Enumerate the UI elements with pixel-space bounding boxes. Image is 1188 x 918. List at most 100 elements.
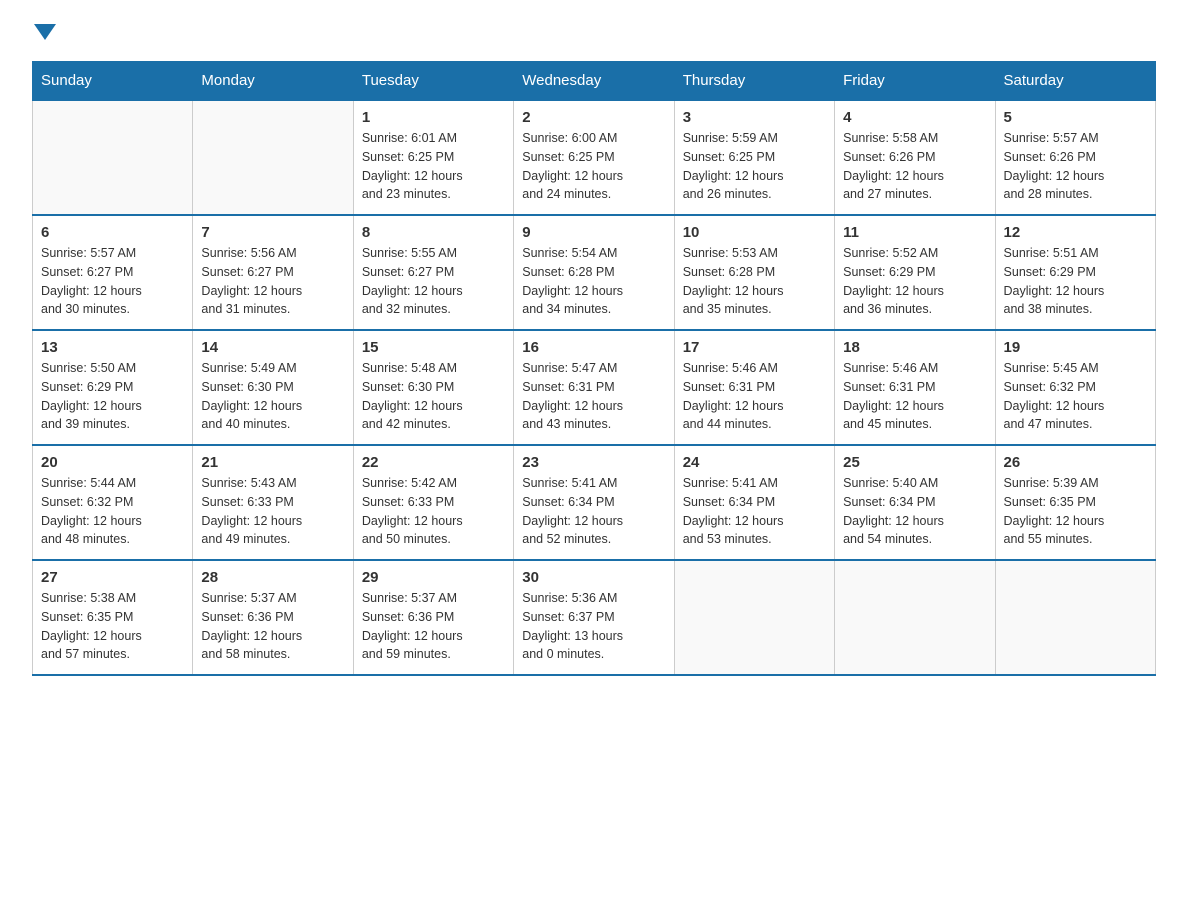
calendar-cell [835, 560, 995, 675]
day-info: Sunrise: 5:57 AM Sunset: 6:27 PM Dayligh… [41, 244, 184, 319]
day-number: 26 [1004, 454, 1147, 471]
day-info: Sunrise: 6:00 AM Sunset: 6:25 PM Dayligh… [522, 129, 665, 204]
day-info: Sunrise: 5:47 AM Sunset: 6:31 PM Dayligh… [522, 359, 665, 434]
calendar-cell: 16Sunrise: 5:47 AM Sunset: 6:31 PM Dayli… [514, 330, 674, 445]
day-number: 18 [843, 339, 986, 356]
day-number: 9 [522, 224, 665, 241]
calendar-cell: 14Sunrise: 5:49 AM Sunset: 6:30 PM Dayli… [193, 330, 353, 445]
day-info: Sunrise: 5:41 AM Sunset: 6:34 PM Dayligh… [522, 474, 665, 549]
calendar-week-4: 20 Sunrise: 5:44 AM Sunset: 6:32 PM Dayli… [33, 445, 1156, 560]
calendar-cell: 25 Sunrise: 5:40 AM Sunset: 6:34 PM Dayli… [835, 445, 995, 560]
calendar-cell: 4Sunrise: 5:58 AM Sunset: 6:26 PM Daylig… [835, 100, 995, 215]
day-number: 23 [522, 454, 665, 471]
day-info: Sunrise: 5:46 AM Sunset: 6:31 PM Dayligh… [843, 359, 986, 434]
day-info: Sunrise: 5:39 AM Sunset: 6:35 PM Dayligh… [1004, 474, 1147, 549]
calendar-cell: 2 Sunrise: 6:00 AM Sunset: 6:25 PM Daylig… [514, 100, 674, 215]
day-number: 20 [41, 454, 184, 471]
day-info: Sunrise: 6:01 AM Sunset: 6:25 PM Dayligh… [362, 129, 505, 204]
day-number: 21 [201, 454, 344, 471]
day-number: 22 [362, 454, 505, 471]
page-header [32, 24, 1156, 45]
day-number: 25 [843, 454, 986, 471]
calendar-cell: 8 Sunrise: 5:55 AM Sunset: 6:27 PM Daylig… [353, 215, 513, 330]
calendar-cell: 19 Sunrise: 5:45 AM Sunset: 6:32 PM Dayli… [995, 330, 1155, 445]
day-info: Sunrise: 5:46 AM Sunset: 6:31 PM Dayligh… [683, 359, 826, 434]
calendar-cell: 18 Sunrise: 5:46 AM Sunset: 6:31 PM Dayli… [835, 330, 995, 445]
calendar-cell [193, 100, 353, 215]
day-number: 5 [1004, 109, 1147, 126]
calendar-cell: 12 Sunrise: 5:51 AM Sunset: 6:29 PM Dayli… [995, 215, 1155, 330]
day-info: Sunrise: 5:36 AM Sunset: 6:37 PM Dayligh… [522, 589, 665, 664]
day-info: Sunrise: 5:41 AM Sunset: 6:34 PM Dayligh… [683, 474, 826, 549]
day-info: Sunrise: 5:55 AM Sunset: 6:27 PM Dayligh… [362, 244, 505, 319]
calendar-cell: 28Sunrise: 5:37 AM Sunset: 6:36 PM Dayli… [193, 560, 353, 675]
calendar-cell: 6 Sunrise: 5:57 AM Sunset: 6:27 PM Daylig… [33, 215, 193, 330]
day-info: Sunrise: 5:53 AM Sunset: 6:28 PM Dayligh… [683, 244, 826, 319]
day-info: Sunrise: 5:48 AM Sunset: 6:30 PM Dayligh… [362, 359, 505, 434]
calendar-cell: 29 Sunrise: 5:37 AM Sunset: 6:36 PM Dayli… [353, 560, 513, 675]
weekday-header-saturday: Saturday [995, 62, 1155, 101]
calendar-week-5: 27Sunrise: 5:38 AM Sunset: 6:35 PM Dayli… [33, 560, 1156, 675]
calendar-cell: 3 Sunrise: 5:59 AM Sunset: 6:25 PM Daylig… [674, 100, 834, 215]
calendar-week-2: 6 Sunrise: 5:57 AM Sunset: 6:27 PM Daylig… [33, 215, 1156, 330]
calendar-cell: 13 Sunrise: 5:50 AM Sunset: 6:29 PM Dayli… [33, 330, 193, 445]
day-info: Sunrise: 5:54 AM Sunset: 6:28 PM Dayligh… [522, 244, 665, 319]
day-number: 10 [683, 224, 826, 241]
day-number: 19 [1004, 339, 1147, 356]
calendar-cell: 21 Sunrise: 5:43 AM Sunset: 6:33 PM Dayli… [193, 445, 353, 560]
weekday-header-thursday: Thursday [674, 62, 834, 101]
day-number: 17 [683, 339, 826, 356]
calendar-week-3: 13 Sunrise: 5:50 AM Sunset: 6:29 PM Dayli… [33, 330, 1156, 445]
day-number: 15 [362, 339, 505, 356]
weekday-header-monday: Monday [193, 62, 353, 101]
logo [32, 24, 56, 45]
day-number: 6 [41, 224, 184, 241]
calendar-cell: 26 Sunrise: 5:39 AM Sunset: 6:35 PM Dayli… [995, 445, 1155, 560]
day-info: Sunrise: 5:38 AM Sunset: 6:35 PM Dayligh… [41, 589, 184, 664]
calendar-cell [674, 560, 834, 675]
day-info: Sunrise: 5:42 AM Sunset: 6:33 PM Dayligh… [362, 474, 505, 549]
day-number: 2 [522, 109, 665, 126]
day-info: Sunrise: 5:43 AM Sunset: 6:33 PM Dayligh… [201, 474, 344, 549]
day-info: Sunrise: 5:44 AM Sunset: 6:32 PM Dayligh… [41, 474, 184, 549]
calendar-cell: 22 Sunrise: 5:42 AM Sunset: 6:33 PM Dayli… [353, 445, 513, 560]
day-number: 3 [683, 109, 826, 126]
calendar-cell: 9 Sunrise: 5:54 AM Sunset: 6:28 PM Daylig… [514, 215, 674, 330]
calendar-cell: 11Sunrise: 5:52 AM Sunset: 6:29 PM Dayli… [835, 215, 995, 330]
calendar-cell: 30 Sunrise: 5:36 AM Sunset: 6:37 PM Dayli… [514, 560, 674, 675]
calendar-cell: 20 Sunrise: 5:44 AM Sunset: 6:32 PM Dayli… [33, 445, 193, 560]
day-info: Sunrise: 5:56 AM Sunset: 6:27 PM Dayligh… [201, 244, 344, 319]
weekday-header-sunday: Sunday [33, 62, 193, 101]
day-info: Sunrise: 5:50 AM Sunset: 6:29 PM Dayligh… [41, 359, 184, 434]
day-number: 30 [522, 569, 665, 586]
calendar-header: SundayMondayTuesdayWednesdayThursdayFrid… [33, 62, 1156, 101]
weekday-header-friday: Friday [835, 62, 995, 101]
day-number: 7 [201, 224, 344, 241]
day-info: Sunrise: 5:57 AM Sunset: 6:26 PM Dayligh… [1004, 129, 1147, 204]
calendar-cell [33, 100, 193, 215]
day-number: 29 [362, 569, 505, 586]
calendar-cell: 5 Sunrise: 5:57 AM Sunset: 6:26 PM Daylig… [995, 100, 1155, 215]
calendar-cell: 10 Sunrise: 5:53 AM Sunset: 6:28 PM Dayli… [674, 215, 834, 330]
day-info: Sunrise: 5:37 AM Sunset: 6:36 PM Dayligh… [362, 589, 505, 664]
day-number: 12 [1004, 224, 1147, 241]
weekday-header-row: SundayMondayTuesdayWednesdayThursdayFrid… [33, 62, 1156, 101]
day-info: Sunrise: 5:37 AM Sunset: 6:36 PM Dayligh… [201, 589, 344, 664]
day-number: 11 [843, 224, 986, 241]
calendar-cell: 15 Sunrise: 5:48 AM Sunset: 6:30 PM Dayli… [353, 330, 513, 445]
calendar-cell: 23 Sunrise: 5:41 AM Sunset: 6:34 PM Dayli… [514, 445, 674, 560]
day-info: Sunrise: 5:40 AM Sunset: 6:34 PM Dayligh… [843, 474, 986, 549]
weekday-header-wednesday: Wednesday [514, 62, 674, 101]
day-info: Sunrise: 5:59 AM Sunset: 6:25 PM Dayligh… [683, 129, 826, 204]
day-number: 1 [362, 109, 505, 126]
calendar-table: SundayMondayTuesdayWednesdayThursdayFrid… [32, 61, 1156, 676]
day-info: Sunrise: 5:45 AM Sunset: 6:32 PM Dayligh… [1004, 359, 1147, 434]
day-number: 13 [41, 339, 184, 356]
logo-triangle-icon [34, 24, 56, 40]
calendar-cell: 27Sunrise: 5:38 AM Sunset: 6:35 PM Dayli… [33, 560, 193, 675]
day-number: 8 [362, 224, 505, 241]
day-number: 14 [201, 339, 344, 356]
calendar-cell: 7 Sunrise: 5:56 AM Sunset: 6:27 PM Daylig… [193, 215, 353, 330]
day-info: Sunrise: 5:51 AM Sunset: 6:29 PM Dayligh… [1004, 244, 1147, 319]
calendar-body: 1 Sunrise: 6:01 AM Sunset: 6:25 PM Daylig… [33, 100, 1156, 675]
